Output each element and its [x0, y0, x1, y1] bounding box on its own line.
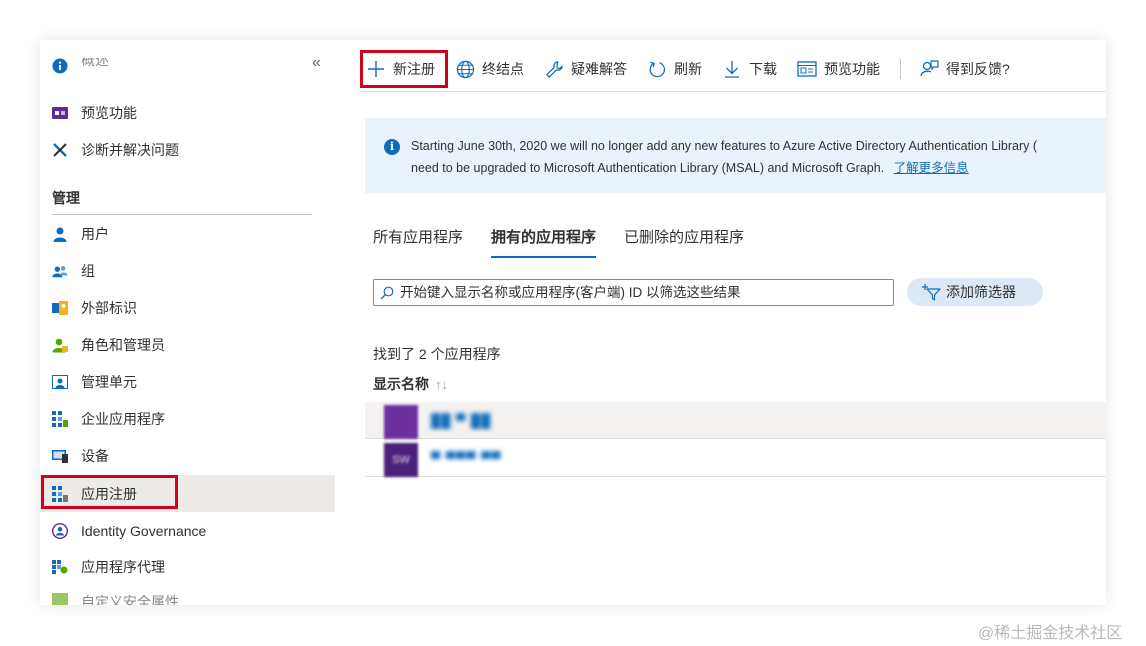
sidebar: « 概述 预览功能 诊断并解决问题 管理 用户 组 外部标识 角色和管理员 管理…	[40, 40, 335, 605]
main-content: 新注册 终结点 疑难解答 刷新 下载 预览功能 得到反馈? i Starting…	[360, 40, 1106, 605]
preview-features-icon	[52, 105, 68, 121]
watermark: @稀土掘金技术社区	[978, 625, 1123, 642]
avatar	[384, 405, 418, 439]
sidebar-item-diagnose[interactable]: 诊断并解决问题	[40, 132, 335, 168]
sidebar-item-enterprise-apps[interactable]: 企业应用程序	[40, 401, 335, 437]
section-divider	[52, 214, 312, 215]
download-button[interactable]: 下载	[722, 53, 777, 85]
command-bar: 新注册 终结点 疑难解答 刷新 下载 预览功能 得到反馈?	[360, 50, 1030, 88]
endpoints-button[interactable]: 终结点	[455, 53, 524, 85]
sidebar-item-label: 企业应用程序	[81, 411, 165, 427]
wrench-cross-icon	[52, 142, 68, 158]
info-banner: i Starting June 30th, 2020 we will no lo…	[365, 118, 1106, 193]
sidebar-item-external-identities[interactable]: 外部标识	[40, 290, 335, 326]
banner-line-1: Starting June 30th, 2020 we will no long…	[411, 139, 1038, 153]
add-filter-label: 添加筛选器	[946, 284, 1016, 300]
sidebar-item-security-attributes[interactable]: 自定义安全属性	[40, 586, 335, 605]
sidebar-item-label: 自定义安全属性	[81, 594, 179, 605]
tab-all-applications[interactable]: 所有应用程序	[373, 226, 463, 256]
feedback-icon	[919, 59, 939, 79]
sidebar-item-label: 角色和管理员	[81, 337, 165, 353]
sidebar-item-app-proxy[interactable]: 应用程序代理	[40, 549, 335, 585]
refresh-label: 刷新	[674, 61, 702, 77]
enterprise-apps-icon	[52, 411, 68, 427]
results-count: 找到了 2 个应用程序	[373, 346, 501, 362]
sidebar-item-label: 应用程序代理	[81, 559, 165, 575]
sidebar-item-roles[interactable]: 角色和管理员	[40, 327, 335, 363]
feedback-label: 得到反馈?	[946, 61, 1010, 77]
tab-owned-applications[interactable]: 拥有的应用程序	[491, 226, 597, 258]
sidebar-item-label: Identity Governance	[81, 523, 207, 539]
app-name-link[interactable]: ██ ▀ ██	[431, 413, 491, 428]
download-icon	[722, 59, 742, 79]
add-filter-icon	[921, 283, 941, 301]
preview-features-label: 预览功能	[824, 61, 880, 77]
sidebar-item-label: 设备	[81, 448, 109, 464]
refresh-icon	[647, 59, 667, 79]
sidebar-item-label: 预览功能	[81, 105, 137, 121]
sidebar-item-preview-features[interactable]: 预览功能	[40, 95, 335, 131]
app-name-link[interactable]: ▀ ▀▀▀ ▀▀	[431, 451, 502, 466]
portal-window: « 概述 预览功能 诊断并解决问题 管理 用户 组 外部标识 角色和管理员 管理…	[40, 40, 1106, 605]
sidebar-item-label: 组	[81, 263, 95, 279]
sidebar-item-identity-governance[interactable]: Identity Governance	[40, 513, 335, 549]
column-header-label: 显示名称	[373, 376, 429, 392]
tab-strip: 所有应用程序 拥有的应用程序 已删除的应用程序	[373, 226, 772, 258]
table-row[interactable]: SW ▀ ▀▀▀ ▀▀	[365, 440, 1106, 477]
sidebar-item-overview[interactable]: 概述	[40, 58, 335, 82]
sidebar-item-admin-units[interactable]: 管理单元	[40, 364, 335, 400]
user-icon	[52, 226, 68, 242]
add-filter-button[interactable]: 添加筛选器	[907, 278, 1043, 306]
refresh-button[interactable]: 刷新	[647, 53, 702, 85]
endpoints-label: 终结点	[482, 61, 524, 77]
highlight-box-app-registrations	[41, 475, 178, 509]
search-icon	[380, 286, 394, 300]
sidebar-item-label: 概述	[81, 58, 109, 68]
governance-icon	[52, 523, 68, 539]
external-identity-icon	[52, 300, 68, 316]
info-icon: i	[384, 139, 400, 155]
security-attributes-icon	[52, 592, 68, 605]
globe-icon	[455, 59, 475, 79]
sidebar-item-groups[interactable]: 组	[40, 253, 335, 289]
wrench-icon	[544, 59, 564, 79]
banner-line-2-text: need to be upgraded to Microsoft Authent…	[411, 161, 885, 175]
highlight-box-new-registration	[360, 50, 448, 88]
troubleshoot-button[interactable]: 疑难解答	[544, 53, 627, 85]
table-row[interactable]: ██ ▀ ██	[365, 402, 1106, 439]
learn-more-link[interactable]: 了解更多信息	[894, 161, 969, 175]
sidebar-item-label: 管理单元	[81, 374, 137, 390]
group-icon	[52, 263, 68, 279]
tab-deleted-applications[interactable]: 已删除的应用程序	[624, 226, 744, 256]
device-icon	[52, 448, 68, 464]
roles-icon	[52, 337, 68, 353]
search-box	[373, 279, 894, 306]
section-title-manage: 管理	[52, 190, 80, 206]
banner-line-2: need to be upgraded to Microsoft Authent…	[411, 157, 969, 176]
column-header-display-name[interactable]: 显示名称 ↑↓	[373, 374, 448, 394]
sidebar-item-users[interactable]: 用户	[40, 216, 335, 252]
toolbar-separator	[900, 59, 901, 79]
info-icon	[52, 58, 68, 74]
feedback-button[interactable]: 得到反馈?	[919, 53, 1010, 85]
sidebar-item-devices[interactable]: 设备	[40, 438, 335, 474]
preview-icon	[797, 59, 817, 79]
sidebar-item-label: 外部标识	[81, 300, 137, 316]
sidebar-item-label: 用户	[81, 226, 109, 242]
sort-icon: ↑↓	[435, 377, 448, 392]
preview-features-button[interactable]: 预览功能	[797, 53, 880, 85]
download-label: 下载	[749, 61, 777, 77]
avatar: SW	[384, 443, 418, 477]
troubleshoot-label: 疑难解答	[571, 61, 627, 77]
sidebar-item-label: 诊断并解决问题	[81, 142, 179, 158]
app-proxy-icon	[52, 559, 68, 575]
search-input[interactable]	[400, 285, 880, 300]
admin-unit-icon	[52, 374, 68, 390]
toolbar-divider	[360, 91, 1106, 92]
